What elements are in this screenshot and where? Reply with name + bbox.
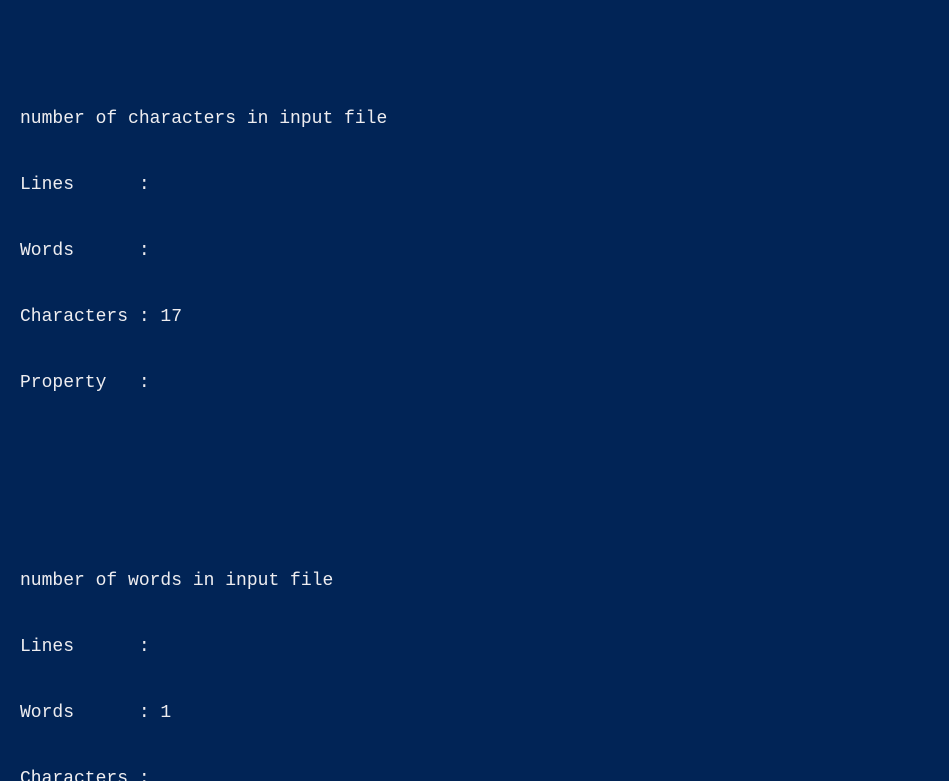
output-row: Characters : <box>20 768 929 781</box>
output-row: Property : <box>20 372 929 394</box>
powershell-console[interactable]: number of characters in input file Lines… <box>0 0 949 781</box>
block-title: number of words in input file <box>20 570 929 592</box>
row-label: Lines : <box>20 637 150 657</box>
row-label: Lines : <box>20 175 150 195</box>
output-row: Words : <box>20 240 929 262</box>
output-row: Lines : <box>20 636 929 658</box>
row-label: Property : <box>20 373 150 393</box>
output-row: Characters : 17 <box>20 306 929 328</box>
row-label: Characters : 17 <box>20 307 182 327</box>
output-block-1: number of words in input file Lines : Wo… <box>20 526 929 781</box>
output-row: Words : 1 <box>20 702 929 724</box>
output-row: Lines : <box>20 174 929 196</box>
block-title: number of characters in input file <box>20 108 929 130</box>
row-label: Characters : <box>20 769 150 781</box>
output-block-0: number of characters in input file Lines… <box>20 64 929 438</box>
row-label: Words : <box>20 241 150 261</box>
row-label: Words : 1 <box>20 703 171 723</box>
